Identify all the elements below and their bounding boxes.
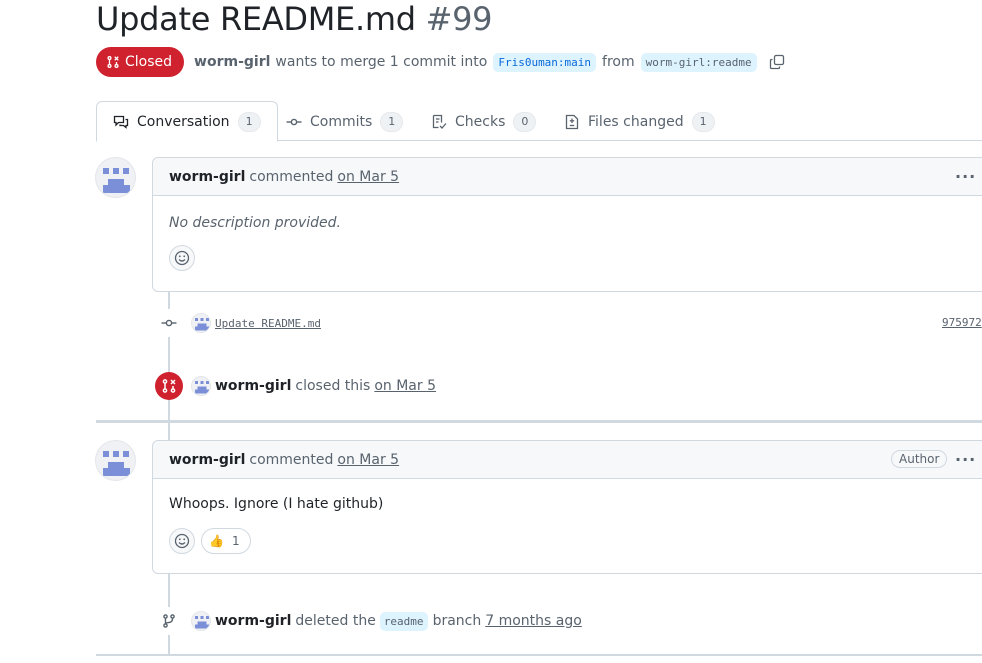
pr-tabs: Conversation 1 Commits 1 Checks 0 Files …	[96, 101, 982, 142]
comment-box: worm-girl commented on Mar 5 Author ··· …	[152, 440, 982, 574]
closed-event: worm-girl closed this on Mar 5	[155, 372, 436, 400]
avatar[interactable]	[95, 440, 136, 481]
tab-counter: 1	[237, 111, 261, 132]
event-author[interactable]: worm-girl	[215, 613, 291, 629]
event-action: deleted the	[295, 613, 376, 629]
copy-icon[interactable]	[769, 54, 785, 70]
event-date[interactable]: on Mar 5	[374, 378, 436, 394]
kebab-menu-icon[interactable]: ···	[955, 450, 976, 469]
comment-header: worm-girl commented on Mar 5 ···	[153, 158, 982, 196]
event-date[interactable]: 7 months ago	[485, 613, 582, 629]
tab-checks[interactable]: Checks 0	[431, 101, 537, 142]
checklist-icon	[432, 114, 447, 129]
timeline-line	[168, 423, 170, 441]
file-diff-icon	[565, 114, 579, 129]
add-reaction-button[interactable]	[169, 528, 195, 554]
commit-badge	[155, 309, 183, 337]
branch-badge	[155, 607, 183, 635]
thumbs-up-reaction[interactable]: 👍 1	[201, 528, 251, 554]
add-reaction-button[interactable]	[169, 245, 195, 271]
timeline-divider	[96, 420, 982, 423]
comment-discussion-icon	[113, 115, 129, 129]
pr-title-text: Update README.md	[96, 0, 416, 38]
state-badge: Closed	[96, 47, 185, 77]
event-author[interactable]: worm-girl	[215, 378, 291, 394]
reactions-bar	[153, 245, 982, 271]
comment-date[interactable]: on Mar 5	[337, 452, 399, 468]
git-commit-icon	[161, 319, 177, 327]
comment-body: Whoops. Ignore (I hate github)	[169, 496, 384, 512]
tab-counter: 1	[691, 111, 715, 132]
commit-event: Update README.md	[155, 309, 321, 337]
event-action: closed this	[295, 378, 371, 394]
comment-body: No description provided.	[169, 215, 341, 231]
merge-text: wants to merge 1 commit into	[275, 54, 488, 70]
avatar[interactable]	[191, 313, 211, 333]
avatar[interactable]	[95, 157, 136, 198]
reactions-bar: 👍 1	[153, 528, 982, 554]
avatar[interactable]	[191, 611, 211, 631]
tab-conversation[interactable]: Conversation 1	[96, 101, 278, 142]
commit-sha-link[interactable]: 975972	[942, 316, 982, 329]
pr-title: Update README.md #99	[96, 0, 493, 38]
state-label: Closed	[125, 54, 173, 70]
from-text: from	[602, 54, 635, 70]
deleted-branch-event: worm-girl deleted the readme branch 7 mo…	[155, 607, 582, 635]
pr-number: #99	[425, 0, 493, 38]
deleted-branch-name: readme	[379, 611, 428, 631]
comment-author[interactable]: worm-girl	[169, 169, 245, 185]
event-suffix: branch	[432, 613, 482, 629]
author-label: Author	[891, 450, 948, 468]
git-commit-icon	[286, 118, 302, 125]
tab-files-changed[interactable]: Files changed 1	[564, 101, 715, 142]
comment-header: worm-girl commented on Mar 5 Author ···	[153, 441, 982, 479]
git-pull-request-closed-icon	[107, 56, 119, 68]
comment-action: commented	[249, 168, 334, 185]
avatar[interactable]	[191, 376, 211, 396]
tab-commits[interactable]: Commits 1	[286, 101, 404, 142]
comment-box: worm-girl commented on Mar 5 ··· No desc…	[152, 157, 982, 292]
comment-action: commented	[249, 451, 334, 468]
head-branch[interactable]: worm-girl:readme	[640, 52, 757, 72]
kebab-menu-icon[interactable]: ···	[955, 167, 976, 186]
tab-counter: 1	[380, 111, 404, 132]
base-branch[interactable]: Fris0uman:main	[493, 52, 597, 72]
git-branch-icon	[163, 614, 175, 628]
commit-message-link[interactable]: Update README.md	[215, 317, 321, 330]
smiley-icon	[174, 533, 190, 549]
comment-date[interactable]: on Mar 5	[337, 169, 399, 185]
comment-author[interactable]: worm-girl	[169, 452, 245, 468]
closed-badge	[155, 372, 183, 400]
git-pull-request-closed-icon	[162, 379, 176, 393]
pr-meta: Closed worm-girl wants to merge 1 commit…	[96, 47, 785, 77]
smiley-icon	[174, 250, 190, 266]
thumbs-up-icon: 👍	[209, 534, 224, 548]
pr-author-link[interactable]: worm-girl	[194, 54, 270, 70]
timeline-divider	[96, 654, 982, 656]
reaction-count: 1	[231, 534, 240, 548]
tab-counter: 0	[513, 111, 537, 132]
